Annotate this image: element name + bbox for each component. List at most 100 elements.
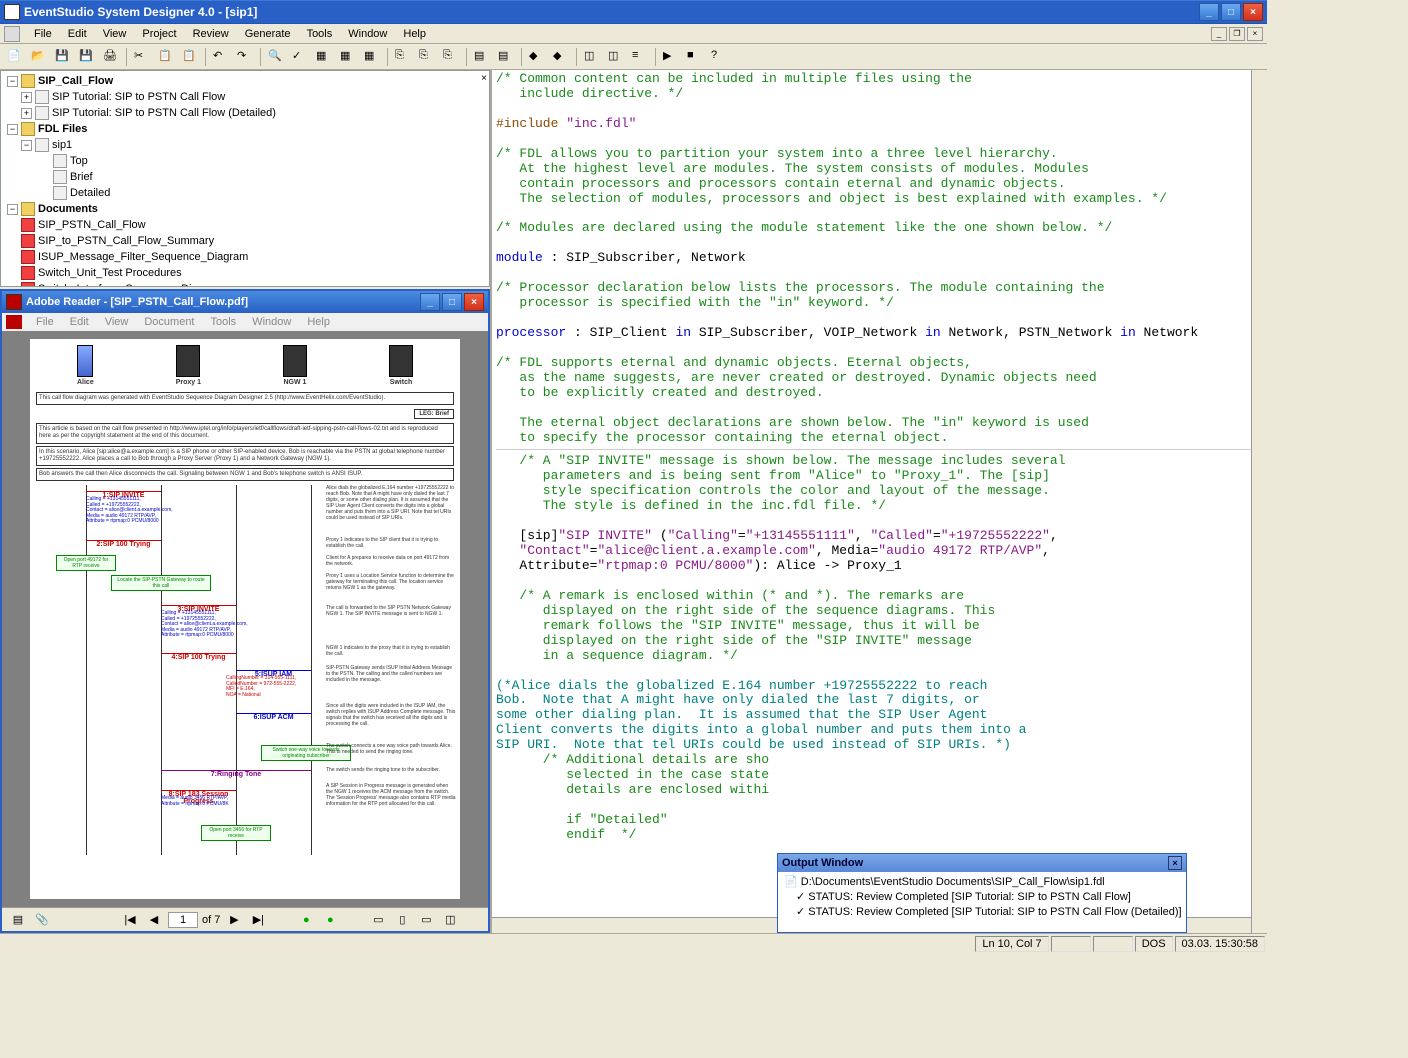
tree-item[interactable]: ISUP_Message_Filter_Sequence_Diagram bbox=[38, 251, 248, 263]
tree-item[interactable]: Switch_Unit_Test Procedures bbox=[38, 267, 182, 279]
adobe-menu-tools[interactable]: Tools bbox=[203, 314, 245, 330]
tree-fdl[interactable]: FDL Files bbox=[38, 123, 87, 135]
tree-item[interactable]: sip1 bbox=[52, 139, 72, 151]
close-button[interactable]: × bbox=[1243, 3, 1263, 21]
menu-edit[interactable]: Edit bbox=[60, 26, 95, 42]
menu-project[interactable]: Project bbox=[134, 26, 184, 42]
adobe-next-page-button[interactable]: ▶ bbox=[224, 910, 244, 930]
tree-item[interactable]: Detailed bbox=[70, 187, 110, 199]
output-titlebar[interactable]: Output Window × bbox=[778, 854, 1186, 872]
expander-icon[interactable]: − bbox=[7, 124, 18, 135]
adobe-first-page-button[interactable]: |◀ bbox=[120, 910, 140, 930]
tb-opt1-button[interactable]: ◆ bbox=[526, 46, 548, 68]
tree-item[interactable]: Brief bbox=[70, 171, 93, 183]
expander-icon[interactable]: + bbox=[21, 92, 32, 103]
expander-icon[interactable]: − bbox=[7, 76, 18, 87]
tb-opt2-button[interactable]: ◆ bbox=[550, 46, 572, 68]
tb-ed1-button[interactable]: ◫ bbox=[581, 46, 603, 68]
adobe-view4-button[interactable]: ◫ bbox=[440, 910, 460, 930]
tb-saveall-button[interactable]: 💾 bbox=[76, 46, 98, 68]
code-editor[interactable]: /* Common content can be included in mul… bbox=[492, 70, 1267, 933]
tree-root[interactable]: SIP_Call_Flow bbox=[38, 75, 113, 87]
tb-gen3-button[interactable]: ⎘ bbox=[440, 46, 462, 68]
tree-docs[interactable]: Documents bbox=[38, 203, 98, 215]
menu-view[interactable]: View bbox=[95, 26, 135, 42]
menu-help[interactable]: Help bbox=[395, 26, 434, 42]
adobe-attach-button[interactable]: 📎 bbox=[32, 910, 52, 930]
adobe-back-button[interactable]: ● bbox=[296, 910, 316, 930]
ed1-icon: ◫ bbox=[584, 49, 600, 65]
output-close-button[interactable]: × bbox=[1168, 856, 1182, 870]
adobe-menu-document[interactable]: Document bbox=[136, 314, 202, 330]
view1-icon: ▤ bbox=[474, 49, 490, 65]
menu-review[interactable]: Review bbox=[185, 26, 237, 42]
tb-help-button[interactable]: ? bbox=[708, 46, 730, 68]
adobe-menu-edit[interactable]: Edit bbox=[62, 314, 97, 330]
vertical-scrollbar[interactable] bbox=[1251, 70, 1267, 933]
tb-gen1-button[interactable]: ⎘ bbox=[392, 46, 414, 68]
adobe-content[interactable]: Alice Proxy 1 NGW 1 Switch This call flo… bbox=[2, 331, 488, 907]
menubar: File Edit View Project Review Generate T… bbox=[0, 24, 1267, 44]
adobe-page-input[interactable] bbox=[168, 912, 198, 928]
project-tree[interactable]: × − SIP_Call_Flow + SIP Tutorial: SIP to P… bbox=[0, 70, 490, 287]
adobe-prev-page-button[interactable]: ◀ bbox=[144, 910, 164, 930]
mdi-restore-button[interactable]: ❐ bbox=[1229, 27, 1245, 41]
expander-icon[interactable]: − bbox=[21, 140, 32, 151]
menu-file[interactable]: File bbox=[26, 26, 60, 42]
tree-item[interactable]: Switch_Interface_Sequence_Diagram bbox=[38, 283, 223, 287]
tb-review-button[interactable]: ✓ bbox=[289, 46, 311, 68]
saveall-icon: 💾 bbox=[79, 49, 95, 65]
menu-tools[interactable]: Tools bbox=[299, 26, 341, 42]
menu-window[interactable]: Window bbox=[340, 26, 395, 42]
tb-ed3-button[interactable]: ≡ bbox=[629, 46, 651, 68]
tb-run-button[interactable]: ▶ bbox=[660, 46, 682, 68]
tb-print-button[interactable]: 🖨 bbox=[100, 46, 122, 68]
tb-undo-button[interactable]: ↶ bbox=[210, 46, 232, 68]
mdi-close-button[interactable]: × bbox=[1247, 27, 1263, 41]
tb-ed2-button[interactable]: ◫ bbox=[605, 46, 627, 68]
tb-paste-button[interactable]: 📋 bbox=[179, 46, 201, 68]
adobe-last-page-button[interactable]: ▶| bbox=[248, 910, 268, 930]
adobe-menu-view[interactable]: View bbox=[97, 314, 137, 330]
tb-cut-button[interactable]: ✂ bbox=[131, 46, 153, 68]
server-icon bbox=[389, 345, 413, 377]
adobe-view1-button[interactable]: ▭ bbox=[368, 910, 388, 930]
adobe-menu-file[interactable]: File bbox=[28, 314, 62, 330]
tb-copy-button[interactable]: 📋 bbox=[155, 46, 177, 68]
tree-close-button[interactable]: × bbox=[481, 73, 487, 84]
expander-icon[interactable]: + bbox=[21, 108, 32, 119]
adobe-minimize-button[interactable]: _ bbox=[420, 293, 440, 311]
minimize-button[interactable]: _ bbox=[1199, 3, 1219, 21]
mdi-minimize-button[interactable]: _ bbox=[1211, 27, 1227, 41]
adobe-view3-button[interactable]: ▭ bbox=[416, 910, 436, 930]
tb-view1-button[interactable]: ▤ bbox=[471, 46, 493, 68]
tb-action2-button[interactable]: ▦ bbox=[337, 46, 359, 68]
tb-stop-button[interactable]: ■ bbox=[684, 46, 706, 68]
tb-action3-button[interactable]: ▦ bbox=[361, 46, 383, 68]
adobe-maximize-button[interactable]: □ bbox=[442, 293, 462, 311]
tb-save-button[interactable]: 💾 bbox=[52, 46, 74, 68]
tb-find-button[interactable]: 🔍 bbox=[265, 46, 287, 68]
opt2-icon: ◆ bbox=[553, 49, 569, 65]
tree-item[interactable]: SIP_to_PSTN_Call_Flow_Summary bbox=[38, 235, 214, 247]
tree-item[interactable]: SIP Tutorial: SIP to PSTN Call Flow bbox=[52, 91, 225, 103]
tree-item[interactable]: Top bbox=[70, 155, 88, 167]
tb-action1-button[interactable]: ▦ bbox=[313, 46, 335, 68]
adobe-menu-window[interactable]: Window bbox=[244, 314, 299, 330]
menu-generate[interactable]: Generate bbox=[237, 26, 299, 42]
tb-new-button[interactable]: 📄 bbox=[4, 46, 26, 68]
tb-open-button[interactable]: 📂 bbox=[28, 46, 50, 68]
tree-item[interactable]: SIP Tutorial: SIP to PSTN Call Flow (Det… bbox=[52, 107, 276, 119]
adobe-menu-help[interactable]: Help bbox=[299, 314, 338, 330]
tb-view2-button[interactable]: ▤ bbox=[495, 46, 517, 68]
adobe-view2-button[interactable]: ▯ bbox=[392, 910, 412, 930]
tb-redo-button[interactable]: ↷ bbox=[234, 46, 256, 68]
adobe-close-button[interactable]: × bbox=[464, 293, 484, 311]
tree-item[interactable]: SIP_PSTN_Call_Flow bbox=[38, 219, 146, 231]
adobe-pages-button[interactable]: ▤ bbox=[8, 910, 28, 930]
output-content[interactable]: 📄 D:\Documents\EventStudio Documents\SIP… bbox=[778, 872, 1186, 932]
expander-icon[interactable]: − bbox=[7, 204, 18, 215]
maximize-button[interactable]: □ bbox=[1221, 3, 1241, 21]
adobe-forward-button[interactable]: ● bbox=[320, 910, 340, 930]
tb-gen2-button[interactable]: ⎘ bbox=[416, 46, 438, 68]
